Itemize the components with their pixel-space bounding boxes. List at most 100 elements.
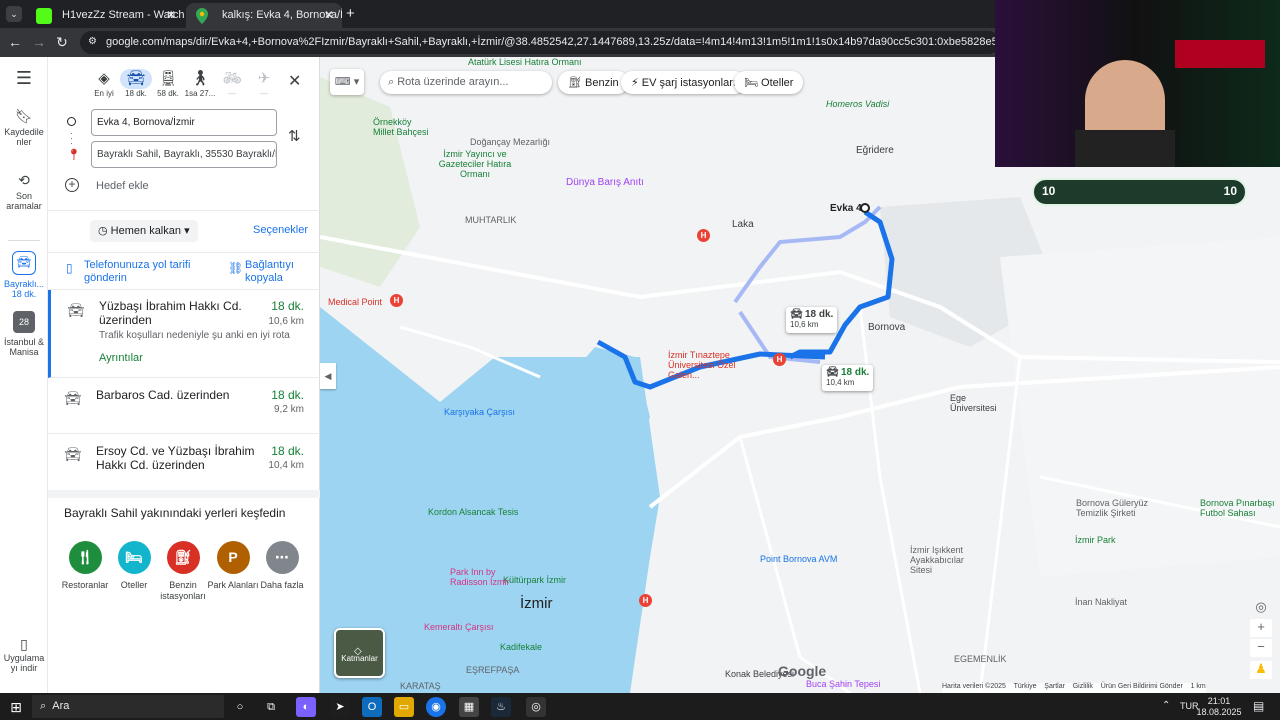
download-app-button[interactable]: ▯ Uygulama yı indir: [0, 637, 48, 673]
mode-car[interactable]: 🚘︎ 18 dk.: [120, 69, 152, 98]
route-time-label-2[interactable]: 🚘︎ 18 dk. 10,4 km: [822, 365, 874, 391]
score-overlay: 10 10: [1032, 178, 1247, 206]
share-row: ▯ Telefonunuza yol tarifi gönderin ⛓︎ Ba…: [48, 252, 320, 290]
destination-input[interactable]: Bayraklı Sahil, Bayraklı, 35530 Bayraklı…: [91, 141, 277, 168]
mode-walk[interactable]: 🚶︎ 1sa 27...: [184, 69, 216, 98]
close-tab-icon[interactable]: ✕: [166, 8, 176, 22]
category-restaurants[interactable]: 🍴︎ Restoranlar: [57, 541, 113, 591]
recent-button[interactable]: ⟲ Son aramalar: [0, 173, 48, 211]
hospital-icon[interactable]: H: [639, 594, 652, 607]
chip-hotels[interactable]: 🛏︎ Oteller: [734, 71, 804, 94]
street-view-pegman-icon[interactable]: ♟: [1250, 661, 1272, 679]
site-info-icon[interactable]: ⚙: [88, 36, 97, 47]
category-parking[interactable]: P Park Alanları: [205, 541, 261, 591]
zoom-in-button[interactable]: +: [1250, 619, 1272, 637]
map-label: İzmir Işıkkent Ayakkabıcılar Sitesi: [910, 545, 964, 575]
tab-stream[interactable]: H1vezZz Stream - Watch Live o ✕: [26, 3, 184, 28]
task-view-icon[interactable]: ⧉: [261, 697, 281, 717]
steam-icon[interactable]: ♨: [491, 697, 511, 717]
mode-transit[interactable]: 🚆︎ 58 dk.: [152, 69, 184, 98]
depart-time-dropdown[interactable]: ◷ Hemen kalkan ▾: [90, 220, 198, 242]
route-option-1[interactable]: 🚘︎ Yüzbaşı İbrahim Hakkı Cd. üzerinden 1…: [48, 290, 320, 378]
map-label: Atatürk Lisesi Hatıra Ormanı: [468, 57, 582, 67]
close-directions-icon[interactable]: ✕: [288, 71, 301, 91]
map-label: Kadifekale: [500, 642, 543, 652]
category-more[interactable]: ⋯ Daha fazla: [254, 541, 310, 591]
add-destination-button[interactable]: Hedef ekle: [96, 180, 149, 192]
taskbar-search-input[interactable]: ⌕ Ara: [32, 695, 224, 718]
car-icon: 🚘︎: [826, 367, 839, 378]
map-label: EGEMENLİK: [954, 654, 1007, 664]
category-hotels[interactable]: 🛏︎ Oteller: [106, 541, 162, 591]
hospital-icon[interactable]: H: [390, 294, 403, 307]
tab-maps[interactable]: kalkış: Evka 4, Bornova/İzmir va ✕: [186, 3, 342, 28]
origin-input[interactable]: Evka 4, Bornova/İzmir: [91, 109, 277, 136]
hospital-icon[interactable]: H: [697, 229, 710, 242]
copy-link-button[interactable]: Bağlantıyı kopyala: [245, 259, 305, 285]
store-icon[interactable]: ▦: [459, 697, 479, 717]
details-button[interactable]: Ayrıntılar: [99, 352, 143, 364]
bookmark-icon: 🔖︎: [15, 108, 33, 124]
reload-icon[interactable]: ↻: [53, 34, 71, 51]
hamburger-icon[interactable]: ☰: [0, 69, 48, 87]
car-icon: 🚘︎: [12, 251, 36, 275]
close-tab-icon[interactable]: ✕: [324, 8, 334, 22]
cortana-icon[interactable]: ○: [230, 697, 250, 717]
map-label: Dünya Barış Anıtı: [566, 177, 644, 188]
map-label: Evka 4: [830, 203, 862, 214]
route-time-label-1[interactable]: 🚘︎ 18 dk. 10,6 km: [786, 307, 838, 333]
streamer-body: [1075, 130, 1175, 167]
parking-icon: P: [216, 541, 250, 574]
map-label: Point Bornova AVM: [760, 554, 838, 564]
outlook-icon[interactable]: O: [362, 697, 382, 717]
chip-fuel[interactable]: ⛽︎ Benzin: [558, 71, 629, 94]
chip-ev-charging[interactable]: ⚡︎ EV şarj istasyonları: [621, 71, 746, 94]
obs-icon[interactable]: ◎: [526, 697, 546, 717]
swap-icon[interactable]: ⇅: [288, 127, 301, 145]
route-search-input[interactable]: ⌕ Rota üzerinde arayın...: [380, 71, 552, 94]
mode-best[interactable]: ◈ En iyi: [88, 69, 120, 98]
route-option-3[interactable]: 🚘︎ Ersoy Cd. ve Yüzbaşı İbrahim Hakkı Cd…: [48, 434, 320, 490]
new-tab-icon[interactable]: +: [346, 5, 355, 22]
windows-start-icon[interactable]: ⊞: [6, 697, 26, 717]
forward-icon[interactable]: →: [30, 34, 48, 50]
chrome-icon[interactable]: ◉: [426, 697, 446, 717]
collapse-panel-icon[interactable]: ◀: [320, 363, 336, 389]
my-location-icon[interactable]: ◎: [1250, 599, 1272, 617]
send-to-phone-button[interactable]: Telefonunuza yol tarifi gönderin: [84, 259, 204, 285]
fuel-icon: ⛽︎: [166, 541, 200, 574]
tray-chevron-icon[interactable]: ⌃: [1162, 700, 1170, 711]
tab-list-icon[interactable]: ⌄: [6, 6, 22, 22]
app-icon[interactable]: ➤: [330, 697, 350, 717]
category-gas[interactable]: ⛽︎ Benzin istasyonları: [155, 541, 211, 602]
route-thumbnail-icon: 28: [13, 311, 35, 333]
url-input[interactable]: ⚙ google.com/maps/dir/Evka+4,+Bornova%2F…: [80, 31, 1000, 54]
recent-route-bayrakli[interactable]: 🚘︎ Bayraklı... 18 dk.: [0, 251, 48, 299]
add-icon[interactable]: +: [65, 178, 79, 192]
origin-dot-icon: [67, 117, 76, 126]
saved-button[interactable]: 🔖︎ Kaydedile nler: [0, 108, 48, 147]
clock-icon: ◷: [98, 225, 108, 237]
mode-flight[interactable]: ✈︎ —: [248, 69, 280, 98]
map-label: Doğançay Mezarlığı: [470, 137, 551, 147]
route-option-2[interactable]: 🚘︎ Barbaros Cad. üzerinden 18 dk. 9,2 km: [48, 378, 320, 434]
layers-icon: ◇: [354, 646, 362, 657]
back-icon[interactable]: ←: [6, 34, 24, 50]
map-label: Kordon Alsancak Tesis: [428, 507, 519, 517]
app-icon[interactable]: ◐: [296, 697, 316, 717]
keyboard-icon[interactable]: ⌨ ▾: [330, 69, 364, 95]
zoom-out-button[interactable]: −: [1250, 639, 1272, 657]
directions-panel: ◈ En iyi 🚘︎ 18 dk. 🚆︎ 58 dk. 🚶︎ 1sa 27... 🚲︎…: [48, 57, 320, 693]
recent-route-istanbul[interactable]: 28 İstanbul & Manisa: [0, 311, 48, 357]
file-explorer-icon[interactable]: ▭: [394, 697, 414, 717]
map-label: Ege Üniversitesi: [950, 393, 997, 413]
divider: [48, 210, 320, 211]
mode-bike[interactable]: 🚲︎ —: [216, 69, 248, 98]
clock[interactable]: 21:01 18.08.2025: [1196, 696, 1242, 718]
search-icon: ⌕: [40, 700, 47, 712]
layers-button[interactable]: ◇ Katmanlar: [334, 628, 385, 678]
hospital-icon[interactable]: H: [773, 353, 786, 366]
notification-icon[interactable]: ▤: [1253, 699, 1264, 713]
more-icon: ⋯: [265, 541, 299, 574]
options-button[interactable]: Seçenekler: [253, 224, 308, 236]
